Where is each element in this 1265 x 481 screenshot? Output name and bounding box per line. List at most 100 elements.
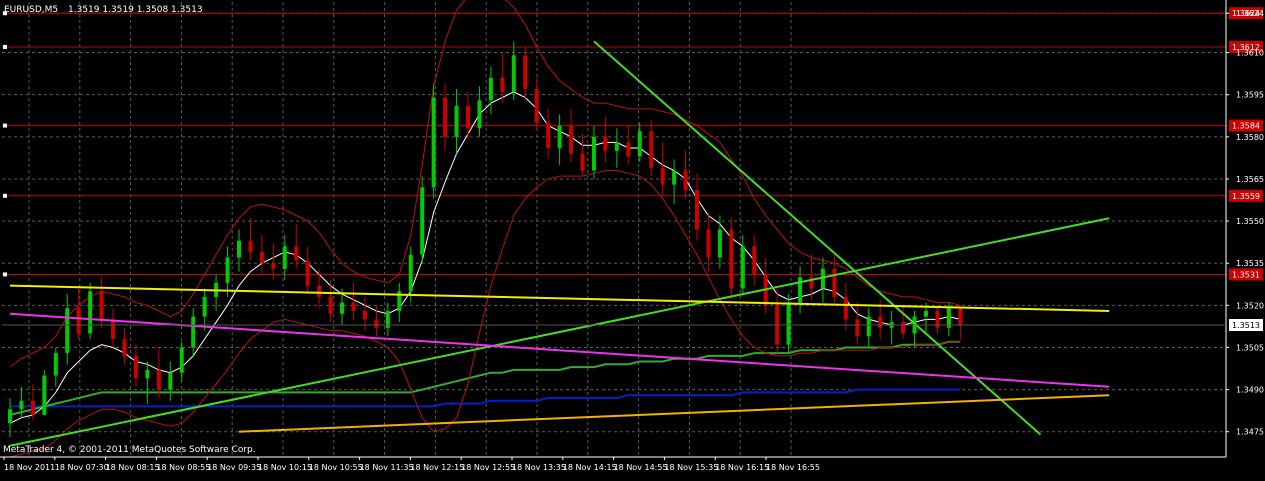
candle-body (683, 170, 688, 191)
candle-body (603, 136, 608, 151)
candle-body (637, 131, 642, 157)
copyright-footer: MetaTrader 4, © 2001-2011 MetaQuotes Sof… (3, 445, 256, 455)
candle-body (660, 167, 665, 185)
level-price-text: 1.3559 (1232, 192, 1260, 201)
candle-body (672, 170, 677, 185)
candle-body (65, 308, 70, 354)
x-tick-labels: 18 Nov 2011 18 Nov 07:3018 Nov 08:1518 No… (3, 457, 820, 472)
candle-body (717, 229, 722, 258)
x-tick-label: 18 Nov 11:35 (360, 463, 414, 472)
candle-body (328, 296, 333, 314)
candle-body (695, 190, 699, 230)
candle-body (752, 246, 757, 275)
candle-body (225, 257, 230, 283)
candle-body (534, 89, 539, 123)
price-chart[interactable]: 1.36241.36121.35841.35591.35311.34751.34… (0, 0, 1265, 477)
x-tick-label: 18 Nov 16:55 (766, 463, 820, 472)
x-tick-label: 18 Nov 14:15 (563, 463, 617, 472)
candle-body (294, 246, 299, 261)
candle-body (958, 308, 963, 325)
candle-body (237, 240, 241, 258)
candle-body (282, 246, 287, 269)
candle-body (374, 319, 379, 328)
candle-body (99, 291, 104, 320)
y-tick-label: 1.3580 (1236, 133, 1264, 142)
y-tick-label: 1.3490 (1236, 386, 1264, 395)
trend-lines (9, 40, 1110, 447)
candle-body (740, 246, 745, 289)
level-price-text: 1.3584 (1232, 122, 1260, 131)
candle-body (420, 187, 425, 255)
ma-green-line (9, 340, 961, 416)
candle-body (488, 77, 493, 101)
grid (2, 2, 1226, 457)
y-tick-label: 1.3505 (1236, 343, 1264, 352)
x-tick-label: 18 Nov 10:15 (258, 463, 312, 472)
candle-body (431, 97, 436, 188)
candle-body (843, 296, 848, 320)
candle-body (557, 125, 562, 149)
candle-body (271, 263, 276, 269)
candle-body (42, 375, 47, 415)
candle-body (259, 251, 264, 264)
x-tick-label: 18 Nov 2011 (4, 463, 55, 472)
candle-body (614, 142, 619, 151)
y-tick-label: 1.3535 (1236, 259, 1264, 268)
y-tick-label: 1.3550 (1236, 217, 1264, 226)
candle-body (111, 319, 116, 340)
candle-body (511, 55, 516, 92)
candle-body (351, 302, 356, 311)
candle-body (523, 55, 528, 90)
candle-body (626, 142, 631, 157)
y-tick-label: 1.3565 (1236, 175, 1264, 184)
level-handle (3, 193, 7, 198)
trend-line-orange-line (238, 394, 1110, 433)
chart-container[interactable]: 1.3624 1.3612 1.3584 1.3559 1.3531 1.3475 1.34… (0, 0, 1265, 477)
candle-body (649, 131, 654, 168)
y-tick-label: 1.3595 (1236, 91, 1264, 100)
candle-body (362, 310, 367, 320)
candle-body (466, 105, 470, 129)
candle-body (168, 372, 173, 390)
candle-body (191, 316, 196, 348)
candle-body (179, 347, 184, 373)
level-price-text: 1.3531 (1232, 270, 1260, 279)
candle-body (340, 302, 345, 314)
trend-line-green-uptrend (9, 217, 1110, 447)
candle-body (76, 308, 81, 334)
candle-body (855, 319, 860, 337)
trend-line-green-downtrend (593, 40, 1042, 436)
candle-body (88, 291, 93, 334)
x-tick-label: 18 Nov 14:55 (614, 463, 668, 472)
symbol-label: EURUSD,M5 (4, 5, 59, 15)
x-tick-label: 18 Nov 12:15 (410, 463, 464, 472)
candle-body (53, 353, 58, 376)
y-tick-label: 1.3520 (1236, 301, 1264, 310)
horizontal-levels: 1.36241.36121.35841.35591.3531 (2, 7, 1263, 281)
candle-body (706, 229, 711, 258)
candle-body (156, 369, 161, 390)
y-tick-labels: 1.3475 1.3490 1.3505 1.3520 1.3535 1.3550 1.35… (1226, 9, 1264, 437)
ohlc-label: 1.3519 1.3519 1.3508 1.3513 (68, 5, 203, 15)
current-price-text: 1.3513 (1232, 321, 1260, 330)
candle-body (569, 125, 574, 154)
candle-body (19, 400, 24, 410)
candle-body (580, 153, 585, 171)
band-lower-line (9, 170, 961, 458)
x-tick-label: 18 Nov 16:15 (715, 463, 769, 472)
candle-body (305, 260, 310, 286)
candle-body (878, 316, 883, 328)
candle-body (408, 254, 413, 292)
candle-body (786, 302, 791, 345)
candle-body (832, 268, 837, 297)
candle-body (8, 409, 12, 424)
candle-body (317, 285, 322, 297)
candle-body (122, 339, 127, 356)
candle-body (546, 122, 551, 149)
candle-body (248, 240, 253, 252)
candle-body (30, 400, 35, 415)
indicators (9, 0, 961, 458)
x-tick-label: 18 Nov 13:35 (512, 463, 566, 472)
candle-body (729, 229, 734, 289)
candle-body (202, 296, 207, 317)
